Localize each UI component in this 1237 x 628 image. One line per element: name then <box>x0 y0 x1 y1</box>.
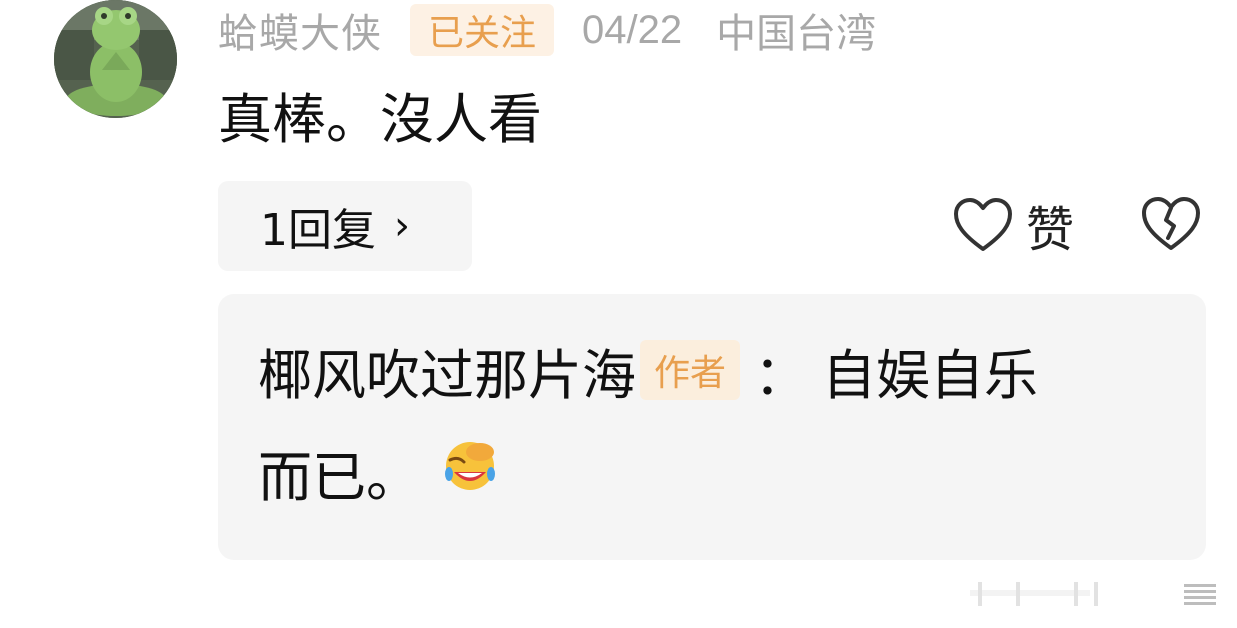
broken-heart-icon <box>1142 197 1200 250</box>
comment-location: 中国台湾 <box>716 11 877 57</box>
chevron-right-icon: › <box>394 203 410 249</box>
comment-meta: 蛤蟆大侠 已关注 04/22 中国台湾 <box>218 0 876 60</box>
author-badge: 作者 <box>640 340 741 400</box>
reply-preview[interactable]: 椰风吹过那片海 作者 ： 自娱自乐 而已。 <box>218 294 1206 560</box>
like-label: 赞 <box>1026 202 1075 258</box>
dislike-button[interactable] <box>1140 194 1202 258</box>
frog-statue-avatar-image <box>54 0 177 118</box>
reply-body: 而已。 <box>258 432 1166 512</box>
reply-header: 椰风吹过那片海 作者 ： 自娱自乐 <box>258 330 1166 410</box>
reply-author-name[interactable]: 椰风吹过那片海 <box>258 331 636 410</box>
comment-text: 真棒。沒人看 <box>218 88 542 151</box>
avatar[interactable] <box>54 0 177 118</box>
reply-separator: ： <box>754 343 809 407</box>
heart-outline-icon <box>954 198 1012 251</box>
watermark <box>970 578 1220 610</box>
comment-item: 蛤蟆大侠 已关注 04/22 中国台湾 真棒。沒人看 1回复 › 赞 椰风吹过那… <box>0 0 1237 628</box>
reply-count-label: 1回复 <box>260 205 376 256</box>
view-replies-button[interactable]: 1回复 › <box>218 181 472 271</box>
follow-status-badge[interactable]: 已关注 <box>410 4 555 56</box>
reply-text-line1: 自娱自乐 <box>822 343 1039 407</box>
facepalm-laugh-emoji-icon <box>440 438 500 507</box>
comment-date: 04/22 <box>582 7 683 52</box>
like-button[interactable]: 赞 <box>952 192 1074 258</box>
username[interactable]: 蛤蟆大侠 <box>218 1 382 59</box>
reply-text-line2: 而已。 <box>258 445 420 509</box>
